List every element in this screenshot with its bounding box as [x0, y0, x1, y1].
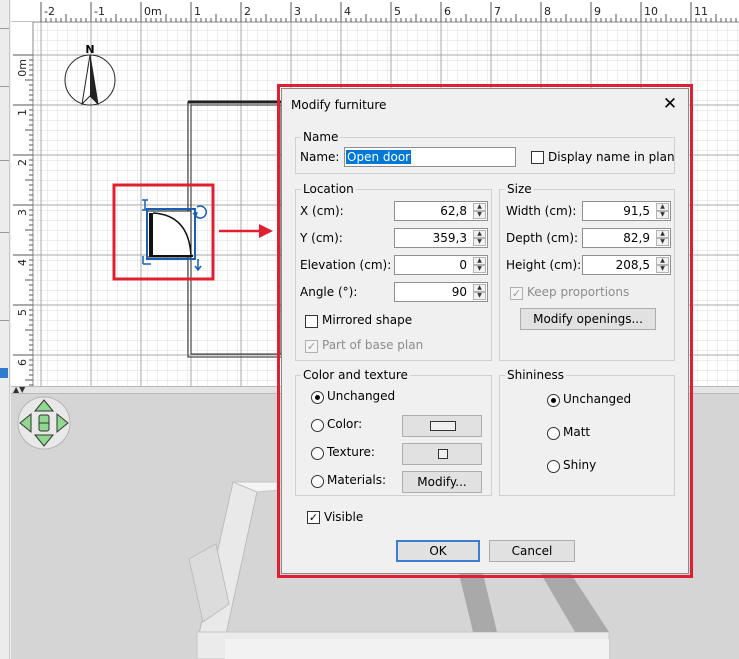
- door-symbol[interactable]: [146, 208, 196, 260]
- ruler-left-label: 3: [16, 209, 29, 216]
- strip-tick: [0, 28, 9, 29]
- ruler-left-label: 4: [16, 259, 29, 266]
- strip-tick: [0, 86, 9, 87]
- ruler-top-label: 7: [494, 5, 501, 18]
- ruler-left-label: 5: [16, 309, 29, 316]
- selected-row-marker: [0, 368, 8, 378]
- ruler-top-label: 9: [594, 5, 601, 18]
- strip-tick: [0, 160, 9, 161]
- ruler-top-label: 1: [194, 5, 201, 18]
- left-panel-strip: [0, 0, 10, 659]
- top-ruler: [11, 0, 739, 22]
- ruler-left-label: 1: [16, 109, 29, 116]
- ruler-left-label: 2: [16, 159, 29, 166]
- dialog-highlight-box: [277, 84, 693, 578]
- splitter-arrows-icon[interactable]: ▲▼: [13, 385, 25, 394]
- compass-letter: N: [85, 43, 94, 56]
- ruler-left-label: 6: [16, 359, 29, 366]
- nav-center-icon[interactable]: [38, 414, 50, 432]
- ruler-top-label: 10: [644, 5, 658, 18]
- ruler-top-label: 0m: [144, 5, 162, 18]
- ruler-top-label: 5: [394, 5, 401, 18]
- ruler-top-label: 11: [694, 5, 708, 18]
- strip-tick: [0, 232, 9, 233]
- ruler-top-label: -2: [44, 5, 55, 18]
- strip-tick: [0, 320, 9, 321]
- ruler-top-label: -1: [94, 5, 105, 18]
- ruler-top-label: 8: [544, 5, 551, 18]
- ruler-top-label: 4: [344, 5, 351, 18]
- ruler-top-label: 6: [444, 5, 451, 18]
- ruler-top-label: 2: [244, 5, 251, 18]
- ruler-left-label: 0m: [16, 59, 29, 77]
- navigation-control[interactable]: [17, 396, 71, 450]
- ruler-top-label: 3: [294, 5, 301, 18]
